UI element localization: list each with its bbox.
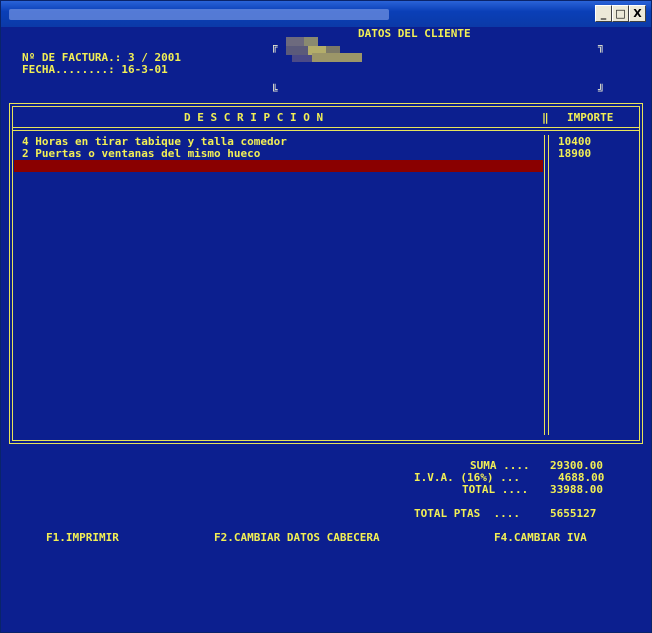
column-divider-right	[548, 135, 549, 435]
total-ptas-label: TOTAL PTAS ....	[414, 507, 520, 520]
console-window: _ □ X Nº DE FACTURA.: 3 / 2001 FECHA....…	[0, 0, 652, 633]
f1-print-key[interactable]: F1.IMPRIMIR	[46, 532, 119, 544]
header-divider-2	[12, 130, 639, 131]
client-corner-tl: ╔	[271, 40, 278, 53]
f4-change-vat-key[interactable]: F4.CAMBIAR IVA	[494, 532, 587, 544]
title-bar[interactable]: _ □ X	[1, 1, 651, 27]
column-divider-left	[544, 135, 545, 435]
selected-row[interactable]	[14, 160, 543, 172]
close-button[interactable]: X	[629, 5, 646, 22]
table-row-description[interactable]: 2 Puertas o ventanas del mismo hueco	[22, 148, 260, 160]
f2-change-header-key[interactable]: F2.CAMBIAR DATOS CABECERA	[214, 532, 380, 544]
header-divider	[12, 127, 639, 128]
redacted-client-name	[286, 37, 364, 63]
client-corner-br: ╝	[598, 84, 605, 97]
client-data-title: DATOS DEL CLIENTE	[358, 27, 471, 40]
maximize-button[interactable]: □	[612, 5, 629, 22]
column-header-description: D E S C R I P C I O N	[184, 111, 324, 124]
column-header-separator: ‖	[542, 111, 549, 124]
column-header-amount: IMPORTE	[567, 111, 614, 124]
minimize-button[interactable]: _	[595, 5, 612, 22]
invoice-date: FECHA........: 16-3-01	[22, 63, 168, 76]
total-value: 33988.00	[550, 483, 603, 496]
redacted-title	[9, 9, 389, 20]
total-label: TOTAL ....	[462, 483, 529, 496]
client-corner-tr: ╗	[598, 40, 605, 53]
total-ptas-value: 5655127	[550, 507, 597, 520]
table-row-amount[interactable]: 18900	[558, 148, 591, 160]
console-area: Nº DE FACTURA.: 3 / 2001 FECHA........: …	[5, 27, 647, 628]
client-corner-bl: ╚	[271, 84, 278, 97]
